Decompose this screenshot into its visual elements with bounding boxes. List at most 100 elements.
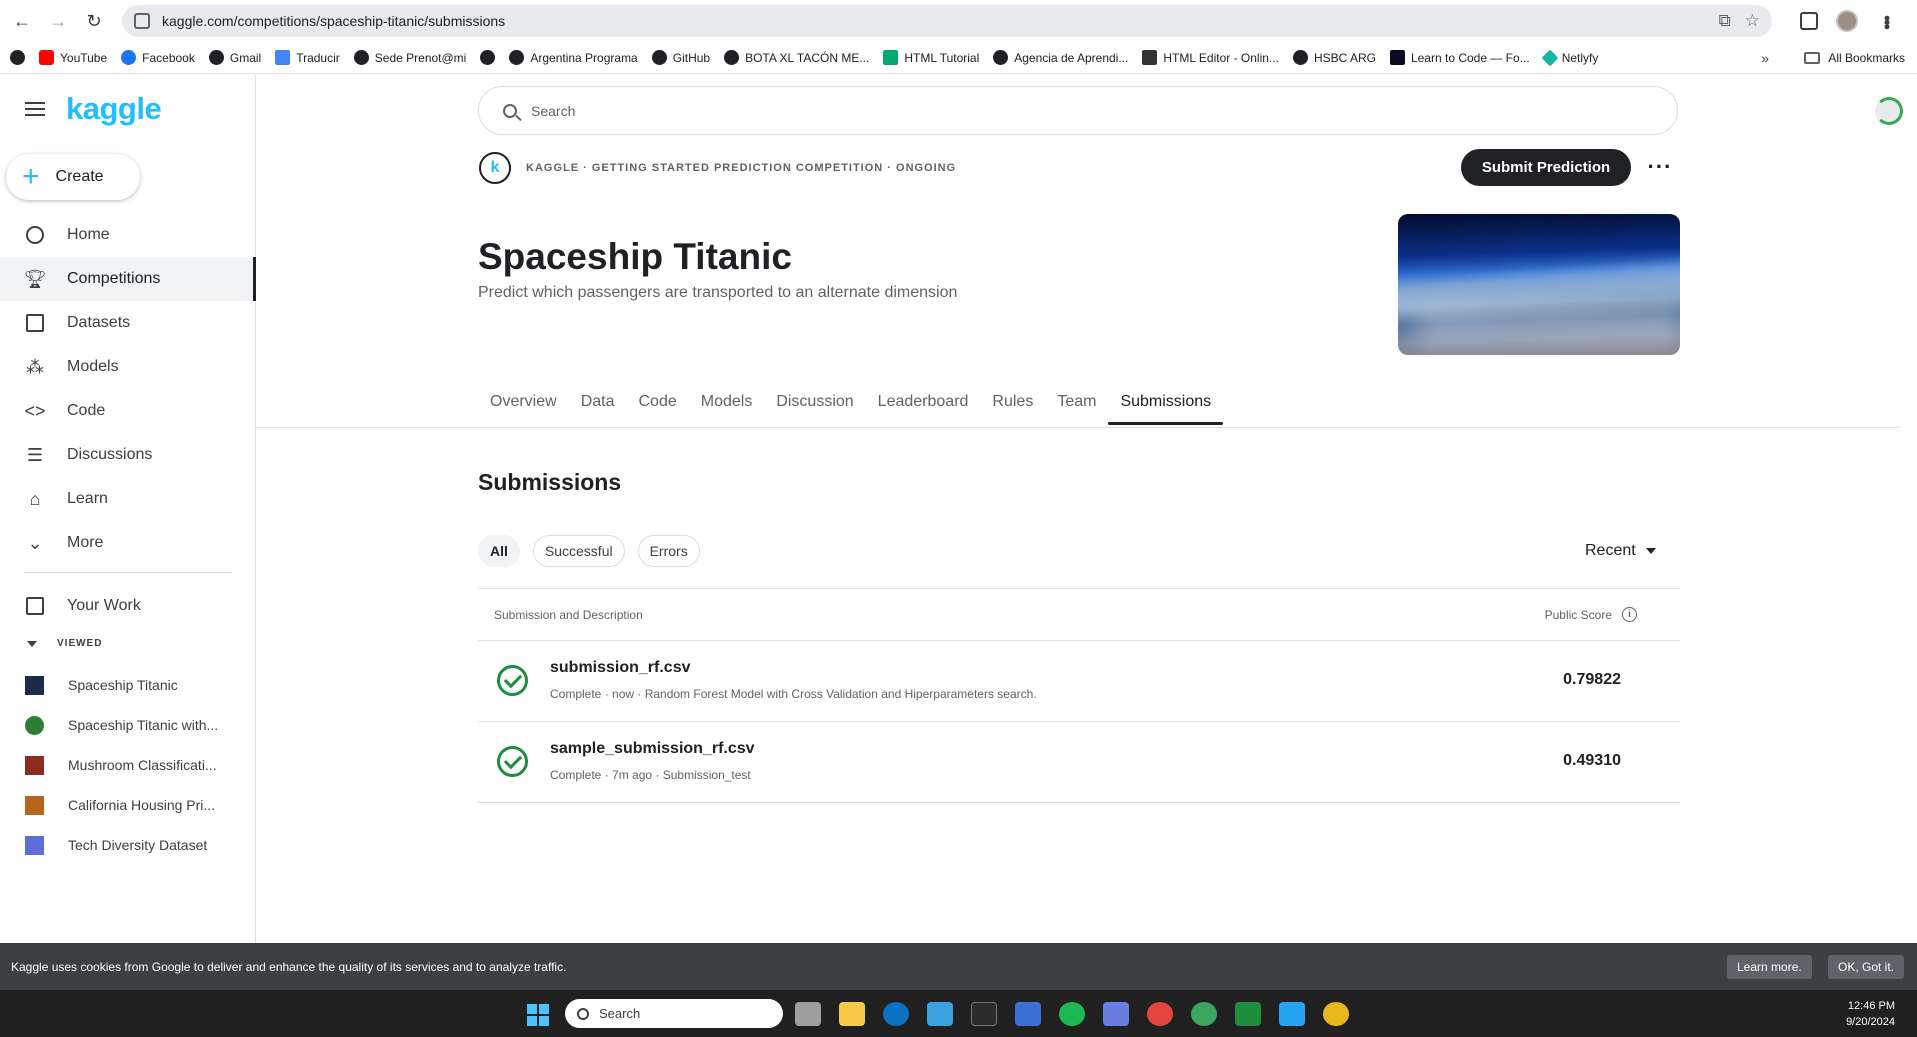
bookmark-item[interactable]: HTML Editor - Onlin... xyxy=(1142,50,1279,65)
address-bar[interactable]: kaggle.com/competitions/spaceship-titani… xyxy=(122,5,1772,37)
sidebar-item-code[interactable]: <> Code xyxy=(0,389,256,433)
bookmark-item[interactable]: Learn to Code — Fo... xyxy=(1389,50,1530,65)
info-icon[interactable]: i xyxy=(1622,607,1637,622)
chrome-profile-2-icon[interactable] xyxy=(1323,1002,1349,1026)
network-icon[interactable] xyxy=(1103,1002,1129,1026)
tab-team[interactable]: Team xyxy=(1045,388,1108,425)
word-app-icon[interactable] xyxy=(1015,1002,1041,1026)
browser-toolbar: ← → ↻ kaggle.com/competitions/spaceship-… xyxy=(0,0,1917,42)
submit-prediction-button[interactable]: Submit Prediction xyxy=(1461,149,1631,186)
search-input[interactable]: Search xyxy=(531,103,575,119)
sidebar-nav: Home 🏆︎ Competitions Datasets ⁂ Models <… xyxy=(0,213,256,565)
forward-arrow-icon[interactable]: → xyxy=(40,5,76,37)
recent-item[interactable]: California Housing Pri... xyxy=(0,785,256,825)
recent-item[interactable]: Spaceship Titanic with... xyxy=(0,705,256,745)
sidebar-item-models[interactable]: ⁂ Models xyxy=(0,345,256,389)
filter-all-chip[interactable]: All xyxy=(478,535,520,567)
bookmark-item[interactable]: Netlyfy xyxy=(1541,49,1598,66)
table-row[interactable]: submission_rf.csv Complete · now · Rando… xyxy=(478,641,1680,722)
bookmark-item[interactable]: YouTube xyxy=(39,50,107,65)
chrome-profile-icon[interactable] xyxy=(1191,1002,1217,1026)
dell-icon[interactable] xyxy=(883,1002,909,1026)
profile-avatar[interactable] xyxy=(1836,10,1858,32)
filter-errors-chip[interactable]: Errors xyxy=(637,535,700,567)
terminal-icon[interactable] xyxy=(971,1002,997,1026)
w3schools-icon xyxy=(883,50,899,65)
recently-viewed-list: Spaceship Titanic Spaceship Titanic with… xyxy=(0,665,256,865)
sidebar-item-discussions[interactable]: ☰ Discussions xyxy=(0,433,256,477)
file-explorer-icon[interactable] xyxy=(839,1002,865,1026)
windows-start-icon[interactable] xyxy=(527,1004,549,1026)
submission-filename[interactable]: submission_rf.csv xyxy=(550,659,691,677)
all-bookmarks-button[interactable]: All Bookmarks xyxy=(1804,42,1905,74)
reload-icon[interactable]: ↻ xyxy=(76,5,112,37)
sidebar-item-datasets[interactable]: Datasets xyxy=(0,301,256,345)
sidebar-item-more[interactable]: ⌄ More xyxy=(0,521,256,565)
taskbar-search[interactable]: Search xyxy=(565,999,783,1028)
bookmark-item[interactable]: Sede Prenot@mi xyxy=(353,50,466,65)
submission-filename[interactable]: sample_submission_rf.csv xyxy=(550,740,755,758)
cookie-text: Kaggle uses cookies from Google to deliv… xyxy=(11,959,567,974)
bookmark-item[interactable]: Agencia de Aprendi... xyxy=(993,50,1128,65)
bookmark-item[interactable]: HTML Tutorial xyxy=(883,50,979,65)
more-bookmarks-icon[interactable]: » xyxy=(1761,50,1769,66)
tab-data[interactable]: Data xyxy=(569,388,627,425)
sidebar-item-competitions[interactable]: 🏆︎ Competitions xyxy=(0,257,256,301)
tab-models[interactable]: Models xyxy=(689,388,765,425)
system-clock[interactable]: 12:46 PM 9/20/2024 xyxy=(1846,998,1895,1030)
bookmark-item[interactable]: BOTA XL TACÓN ME... xyxy=(724,50,869,65)
browser-menu-icon[interactable]: ••• xyxy=(1876,15,1897,28)
sheets-icon[interactable] xyxy=(1235,1002,1261,1026)
tab-leaderboard[interactable]: Leaderboard xyxy=(866,388,981,425)
tab-overview[interactable]: Overview xyxy=(478,388,569,425)
hamburger-menu-icon[interactable] xyxy=(25,102,45,120)
tab-code[interactable]: Code xyxy=(626,388,688,425)
bookmark-item[interactable]: Traducir xyxy=(275,50,340,65)
viewed-section-toggle[interactable]: VIEWED xyxy=(27,638,102,649)
bookmark-item[interactable] xyxy=(480,50,496,65)
tab-submissions[interactable]: Submissions xyxy=(1108,388,1223,425)
ok-got-it-button[interactable]: OK, Got it. xyxy=(1828,955,1905,979)
url-text[interactable]: kaggle.com/competitions/spaceship-titani… xyxy=(162,13,505,29)
sidebar-item-learn[interactable]: ⌂ Learn xyxy=(0,477,256,521)
thumbnail xyxy=(25,755,44,775)
bookmark-item[interactable]: GitHub xyxy=(651,50,710,65)
cookie-banner: Kaggle uses cookies from Google to deliv… xyxy=(0,943,1917,990)
public-score: 0.79822 xyxy=(1563,671,1621,688)
code-icon: <> xyxy=(24,400,46,421)
search-bar[interactable]: Search xyxy=(478,86,1678,135)
sidebar-item-home[interactable]: Home xyxy=(0,213,256,257)
table-row[interactable]: sample_submission_rf.csv Complete · 7m a… xyxy=(478,722,1680,803)
photos-icon[interactable] xyxy=(927,1002,953,1026)
chrome-icon[interactable] xyxy=(1147,1002,1173,1026)
recent-item[interactable]: Mushroom Classificati... xyxy=(0,745,256,785)
learn-more-button[interactable]: Learn more. xyxy=(1727,955,1812,979)
bookmark-item[interactable]: Gmail xyxy=(208,50,261,65)
section-title: Submissions xyxy=(478,469,622,495)
site-info-icon[interactable] xyxy=(134,13,150,29)
tab-discussion[interactable]: Discussion xyxy=(764,388,865,425)
vscode-icon[interactable] xyxy=(1279,1002,1305,1026)
sidebar-item-your-work[interactable]: Your Work xyxy=(0,584,256,628)
create-button[interactable]: + Create xyxy=(6,154,140,200)
sort-dropdown[interactable]: Recent xyxy=(1585,542,1656,560)
bookmark-star-icon[interactable]: ☆ xyxy=(1745,11,1760,31)
task-view-icon[interactable] xyxy=(795,1002,821,1026)
bookmark-item[interactable]: Argentina Programa xyxy=(509,50,638,65)
caret-down-icon xyxy=(1645,548,1656,554)
extensions-icon[interactable] xyxy=(1800,12,1818,30)
filter-successful-chip[interactable]: Successful xyxy=(532,535,625,567)
bookmark-item[interactable] xyxy=(10,50,25,65)
more-options-icon[interactable]: ··· xyxy=(1645,150,1675,184)
install-app-icon[interactable]: ⧉ xyxy=(1719,11,1731,31)
sidebar-divider xyxy=(24,572,232,573)
bookmark-item[interactable]: Facebook xyxy=(121,50,195,65)
kaggle-logo[interactable]: kaggle xyxy=(66,91,162,127)
recent-item[interactable]: Spaceship Titanic xyxy=(0,665,256,705)
back-arrow-icon[interactable]: ← xyxy=(4,5,40,37)
user-avatar[interactable] xyxy=(1875,97,1903,125)
tab-rules[interactable]: Rules xyxy=(980,388,1045,425)
spotify-icon[interactable] xyxy=(1059,1002,1085,1026)
bookmark-item[interactable]: HSBC ARG xyxy=(1292,50,1376,65)
recent-item[interactable]: Tech Diversity Dataset xyxy=(0,825,256,865)
